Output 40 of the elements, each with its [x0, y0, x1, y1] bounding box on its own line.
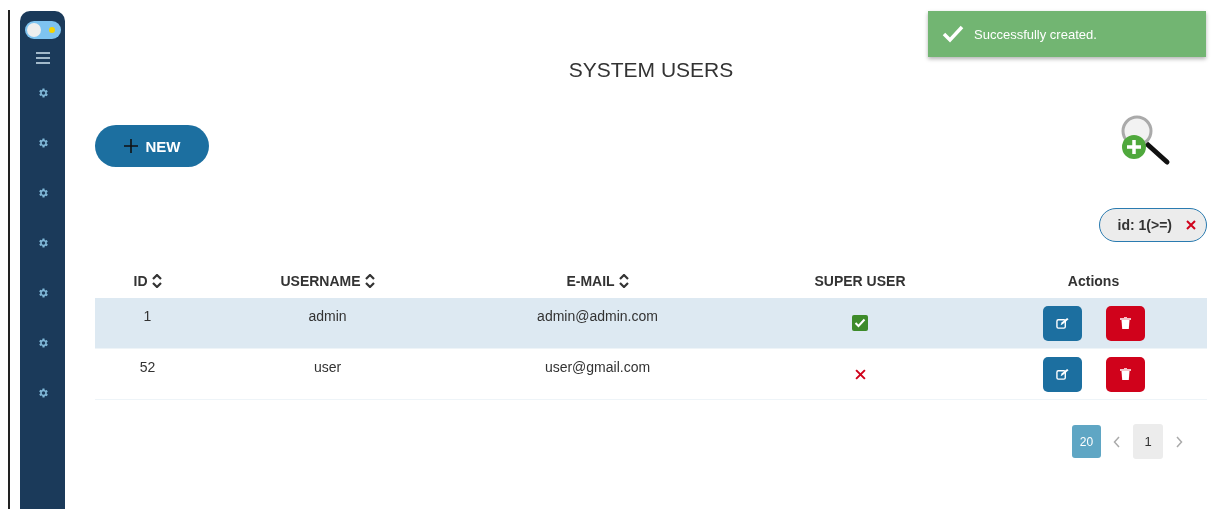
gear-icon[interactable]: [36, 387, 49, 399]
plus-icon: [123, 139, 138, 153]
column-header: SUPER USER: [814, 273, 906, 289]
gear-icon[interactable]: [36, 287, 49, 299]
gear-icon[interactable]: [36, 87, 49, 99]
filter-label: id: 1(>=): [1117, 217, 1172, 233]
column-header: ID: [133, 273, 148, 289]
gear-icon[interactable]: [36, 237, 49, 249]
table-cell: admin: [308, 308, 347, 324]
sort-icon[interactable]: [151, 274, 162, 288]
delete-button[interactable]: [1105, 305, 1145, 341]
filter-chip[interactable]: id: 1(>=): [1098, 208, 1207, 242]
column-header: E-MAIL: [566, 273, 615, 289]
page-button[interactable]: 1: [1133, 424, 1163, 459]
table-cell: user@gmail.com: [544, 359, 651, 375]
gear-icon[interactable]: [36, 187, 49, 199]
column-header: USERNAME: [280, 273, 361, 289]
table-cell: user: [313, 359, 342, 375]
table-cell: admin@admin.com: [537, 308, 658, 324]
close-icon[interactable]: [1186, 220, 1196, 230]
menu-icon[interactable]: [34, 51, 51, 65]
delete-button[interactable]: [1105, 356, 1145, 392]
theme-toggle[interactable]: [24, 21, 61, 39]
edit-button[interactable]: [1042, 356, 1082, 392]
table-cell: 1: [143, 308, 152, 324]
trash-icon: [1119, 317, 1131, 329]
sort-icon[interactable]: [618, 274, 629, 288]
gear-icon[interactable]: [36, 137, 49, 149]
toast-message: Successfully created.: [974, 26, 1097, 42]
trash-icon: [1119, 368, 1131, 380]
checkmark-icon: [942, 25, 964, 43]
edit-button[interactable]: [1042, 305, 1082, 341]
column-header: Actions: [1067, 273, 1120, 289]
new-button[interactable]: NEW: [95, 125, 209, 167]
page-title: SYSTEM USERS: [567, 58, 735, 82]
table-cell: 52: [139, 359, 156, 375]
gear-icon[interactable]: [36, 337, 49, 349]
edit-icon: [1055, 316, 1069, 330]
sort-icon[interactable]: [364, 274, 375, 288]
edit-icon: [1055, 367, 1069, 381]
